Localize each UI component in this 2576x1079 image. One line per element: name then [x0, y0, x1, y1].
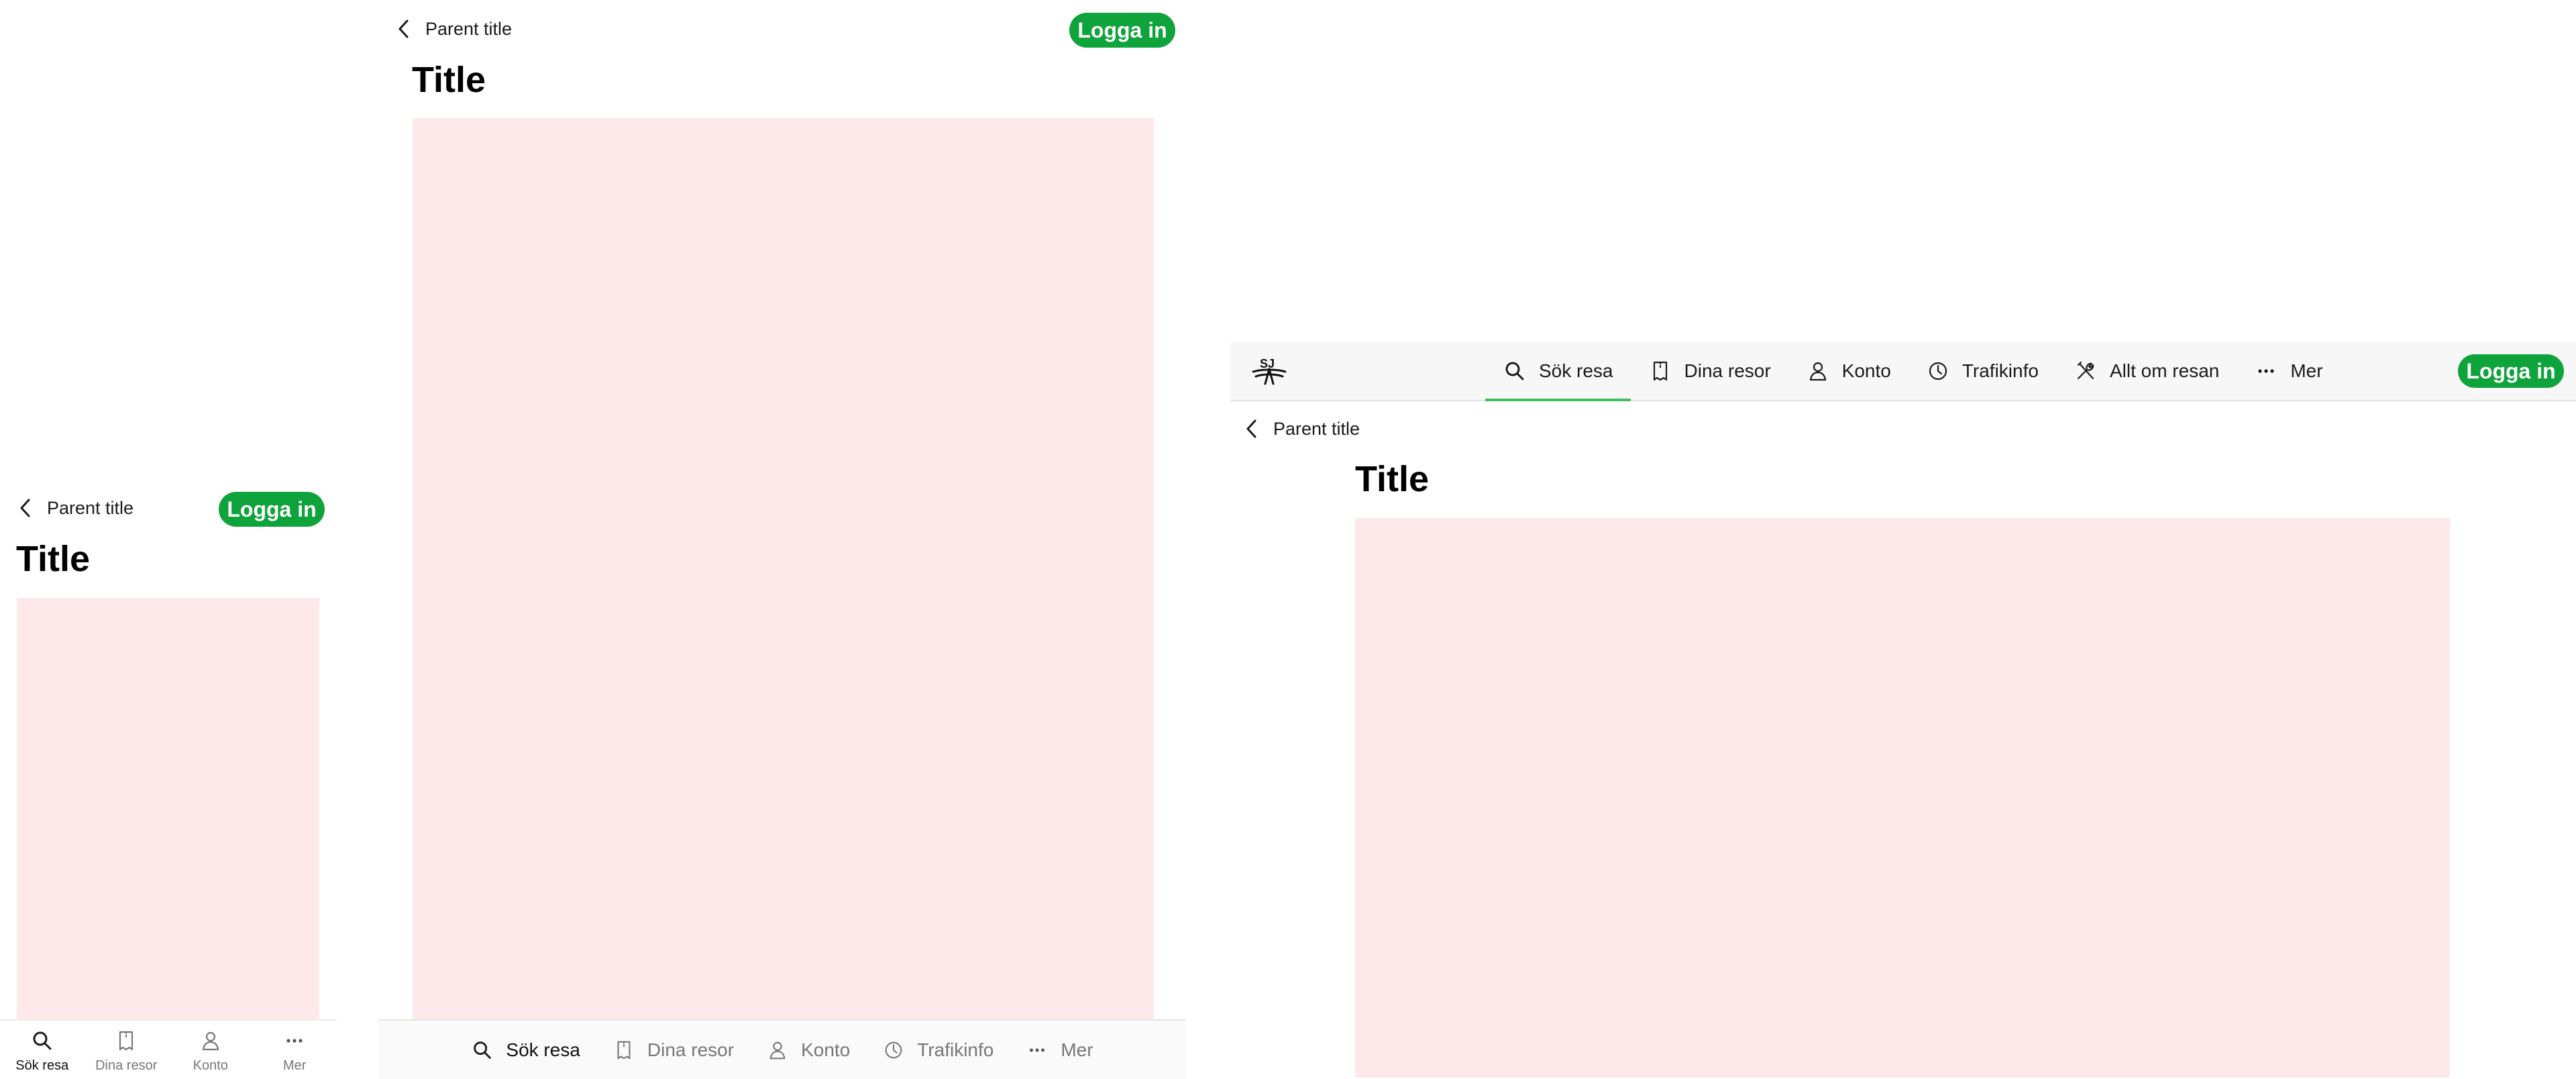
tab-search[interactable]: Sök resa	[471, 1039, 580, 1062]
login-button[interactable]: Logga in	[2458, 354, 2564, 388]
nav-account[interactable]: Konto	[1788, 342, 1909, 400]
tab-label: Mer	[283, 1058, 307, 1073]
nav-about[interactable]: Allt om resan	[2056, 342, 2237, 400]
user-icon	[769, 1041, 786, 1059]
page-title: Title	[412, 60, 486, 100]
sj-logo-icon: SJ	[1252, 357, 1287, 385]
page-title: Title	[1355, 459, 1430, 499]
nav-label: Allt om resan	[2109, 360, 2220, 381]
nav-search[interactable]: Sök resa	[1485, 342, 1631, 401]
more-icon	[2258, 369, 2274, 373]
ticket-icon	[119, 1031, 133, 1051]
back-link[interactable]: Parent title	[1242, 417, 1360, 440]
bottom-tab-bar: Sök resa Dina resor Konto Trafikinfo Mer	[378, 1019, 1186, 1079]
tab-label: Konto	[801, 1039, 851, 1060]
nav-label: Trafikinfo	[1962, 360, 2039, 381]
tab-traffic[interactable]: Trafikinfo	[882, 1039, 994, 1062]
ticket-icon	[617, 1041, 631, 1059]
nav-traffic[interactable]: Trafikinfo	[1909, 342, 2056, 400]
ticket-icon	[1653, 361, 1667, 381]
content-placeholder	[17, 598, 319, 1019]
bottom-tab-bar: Sök resa Dina resor Konto Mer	[0, 1019, 337, 1079]
nav-label: Mer	[2290, 360, 2323, 381]
more-icon	[286, 1039, 303, 1043]
page-title: Title	[16, 539, 91, 579]
search-icon	[474, 1041, 492, 1059]
user-icon	[202, 1031, 219, 1051]
nav-items: Sök resa Dina resor Konto Trafikinfo All…	[1485, 342, 2341, 401]
clock-icon	[1929, 362, 1947, 380]
nav-label: Konto	[1841, 360, 1891, 381]
parent-title: Parent title	[1273, 418, 1360, 439]
tab-more[interactable]: Mer	[253, 1021, 337, 1079]
tab-label: Dina resor	[647, 1039, 735, 1060]
tab-search[interactable]: Sök resa	[0, 1021, 85, 1079]
chevron-left-icon	[20, 499, 30, 517]
sj-logo[interactable]: SJ	[1249, 354, 1289, 388]
login-button[interactable]: Logga in	[219, 492, 325, 527]
tab-trips[interactable]: Dina resor	[612, 1039, 734, 1062]
chevron-left-icon	[398, 19, 409, 38]
back-link[interactable]: Parent title	[16, 497, 133, 519]
user-icon	[1809, 362, 1826, 381]
back-link[interactable]: Parent title	[394, 17, 512, 40]
tab-label: Trafikinfo	[917, 1039, 994, 1060]
nav-trips[interactable]: Dina resor	[1631, 342, 1788, 400]
tab-label: Sök resa	[506, 1039, 580, 1060]
more-icon	[1030, 1048, 1045, 1051]
nav-label: Sök resa	[1539, 360, 1613, 381]
parent-title: Parent title	[47, 497, 134, 518]
tab-account[interactable]: Konto	[766, 1039, 850, 1062]
clock-icon	[885, 1041, 902, 1058]
tab-more[interactable]: Mer	[1026, 1039, 1093, 1062]
search-icon	[33, 1031, 52, 1050]
login-button[interactable]: Logga in	[1069, 13, 1175, 48]
parent-title: Parent title	[425, 18, 513, 39]
tab-account[interactable]: Konto	[168, 1021, 253, 1079]
content-placeholder	[413, 118, 1154, 1019]
tab-label: Dina resor	[95, 1058, 158, 1073]
tab-label: Konto	[193, 1058, 228, 1073]
search-icon	[1505, 362, 1524, 380]
tab-label: Sök resa	[15, 1058, 69, 1073]
logo-text: SJ	[1260, 357, 1275, 370]
tab-label: Mer	[1061, 1039, 1093, 1060]
content-placeholder	[1355, 518, 2450, 1078]
chevron-left-icon	[1246, 419, 1256, 438]
nav-more[interactable]: Mer	[2237, 342, 2340, 400]
tools-icon	[2077, 361, 2094, 380]
tab-trips[interactable]: Dina resor	[85, 1021, 169, 1079]
nav-label: Dina resor	[1684, 360, 1771, 381]
top-navigation: SJ Sök resa Dina resor Konto Trafikinfo …	[1230, 342, 2576, 401]
